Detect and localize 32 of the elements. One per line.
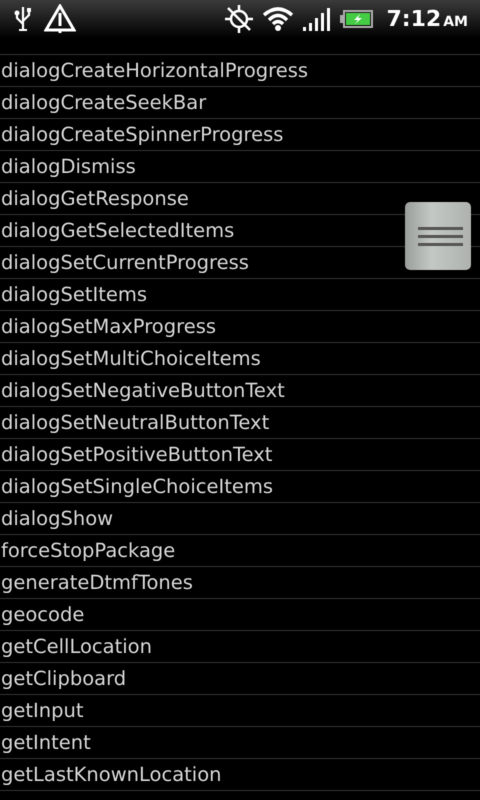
clock: 7:12	[386, 6, 442, 32]
list-item[interactable]: getClipboard	[0, 667, 126, 690]
list-item[interactable]: dialogSetCurrentProgress	[0, 251, 249, 274]
clock-period: AM	[443, 14, 468, 30]
list-item[interactable]: geocode	[0, 603, 84, 626]
list-item[interactable]: dialogCreateHorizontalProgress	[0, 59, 308, 82]
warning-icon	[44, 4, 76, 34]
gps-off-icon	[224, 4, 254, 34]
list-item[interactable]: dialogShow	[0, 507, 114, 530]
fast-scroll-handle[interactable]	[405, 202, 471, 270]
list-item[interactable]: getLastKnownLocation	[0, 763, 222, 786]
list-item[interactable]: dialogSetMaxProgress	[0, 315, 216, 338]
list-item[interactable]: forceStopPackage	[0, 539, 176, 562]
list-item[interactable]: getInput	[0, 699, 84, 722]
usb-icon	[14, 6, 32, 32]
list-item[interactable]: dialogCreateSpinnerProgress	[0, 123, 284, 146]
list-item[interactable]: getIntent	[0, 731, 91, 754]
list-item[interactable]: dialogSetMultiChoiceItems	[0, 347, 261, 370]
list-item[interactable]: dialogCreateSeekBar	[0, 91, 206, 114]
list-item[interactable]: generateDtmfTones	[0, 571, 193, 594]
list-item[interactable]: dialogGetResponse	[0, 187, 189, 210]
list-item[interactable]: dialogSetSingleChoiceItems	[0, 475, 274, 498]
list-item[interactable]: dialogSetPositiveButtonText	[0, 443, 272, 466]
list-item[interactable]: dialogSetNeutralButtonText	[0, 411, 270, 434]
list-item[interactable]: dialogDismiss	[0, 155, 136, 178]
list-item[interactable]: dialogGetSelectedItems	[0, 219, 234, 242]
list-item[interactable]: dialogSetItems	[0, 283, 148, 306]
battery-icon	[340, 9, 374, 29]
list-item[interactable]: dialogSetNegativeButtonText	[0, 379, 285, 402]
wifi-icon	[262, 6, 294, 32]
list-item[interactable]: getCellLocation	[0, 635, 152, 658]
signal-icon	[302, 6, 332, 32]
